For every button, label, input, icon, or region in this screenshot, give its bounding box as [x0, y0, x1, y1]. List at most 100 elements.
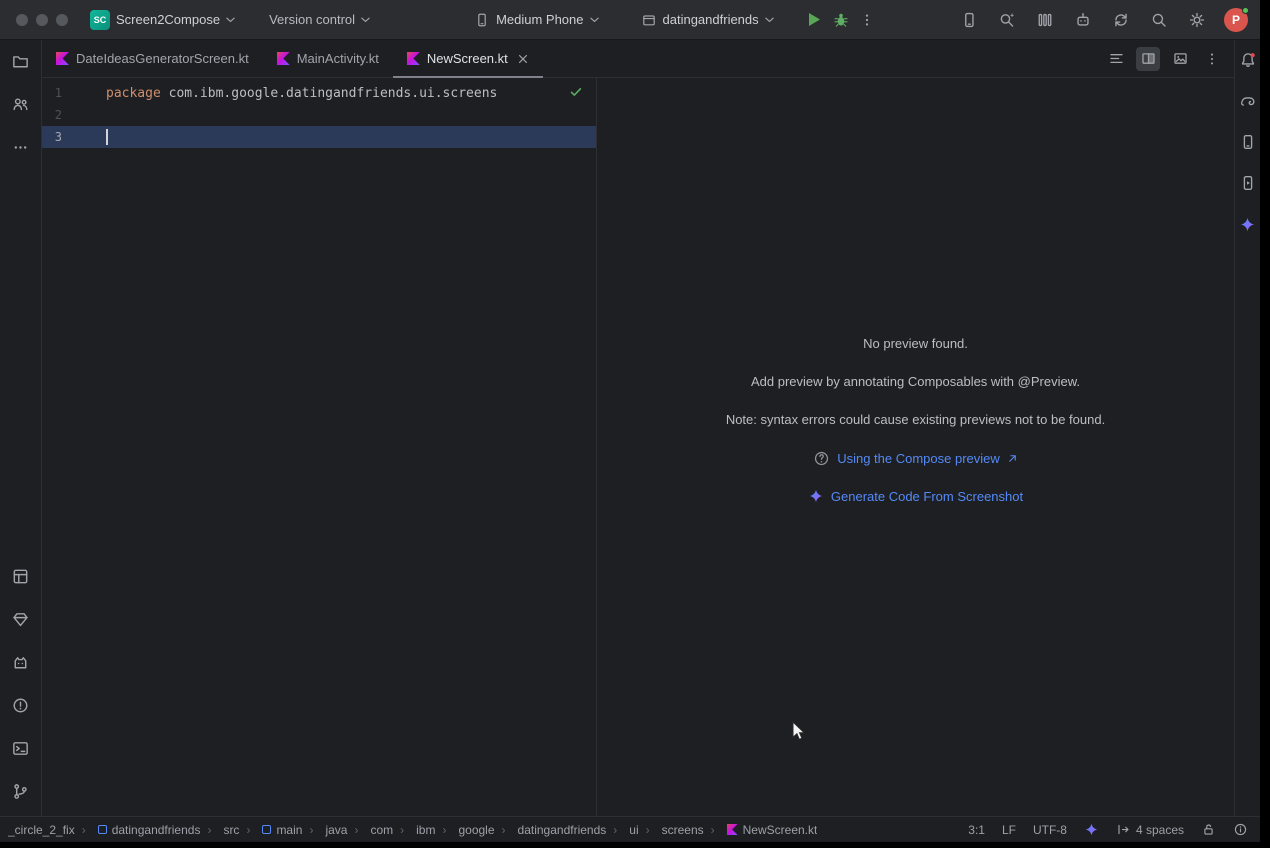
terminal-tool-button[interactable]	[10, 737, 32, 759]
more-run-options-button[interactable]	[854, 7, 880, 33]
breadcrumb-item[interactable]: main	[239, 823, 302, 837]
chevron-down-icon	[765, 17, 774, 23]
ai-search-button[interactable]	[996, 9, 1018, 31]
phone-icon	[474, 12, 490, 28]
tab-label: DateIdeasGeneratorScreen.kt	[76, 51, 249, 66]
debug-button[interactable]	[828, 7, 854, 33]
run-configuration-selector[interactable]: datingandfriends	[641, 12, 774, 28]
breadcrumb-item[interactable]: ibm	[393, 823, 435, 837]
line-separator-widget[interactable]: LF	[1002, 823, 1016, 837]
structure-tool-button[interactable]	[10, 93, 32, 115]
source-root-icon	[262, 825, 271, 834]
kotlin-file-icon	[407, 52, 420, 65]
search-sparkle-icon	[998, 11, 1016, 29]
sync-icon	[1112, 11, 1130, 29]
tab-close-icon[interactable]	[517, 53, 529, 65]
line-number[interactable]: 1	[42, 86, 62, 100]
breadcrumb-item[interactable]: screens	[639, 823, 704, 837]
project-selector[interactable]: SC Screen2Compose	[90, 10, 235, 30]
breadcrumb-item[interactable]: java	[302, 823, 347, 837]
line-number[interactable]: 2	[42, 108, 62, 122]
breadcrumb: _circle_2_fix datingandfriends src main …	[8, 823, 817, 837]
gemini-sparkle-icon	[1239, 216, 1256, 233]
window-zoom-button[interactable]	[56, 14, 68, 26]
problems-tool-button[interactable]	[10, 694, 32, 716]
breadcrumb-item[interactable]: _circle_2_fix	[8, 823, 75, 837]
writable-widget[interactable]	[1201, 822, 1216, 837]
gradle-button[interactable]	[1238, 91, 1258, 111]
window-minimize-button[interactable]	[36, 14, 48, 26]
gemini-button[interactable]	[1238, 214, 1258, 234]
code-view-button[interactable]	[1104, 47, 1128, 71]
running-devices-button[interactable]	[1238, 173, 1258, 193]
notifications-button[interactable]	[1238, 50, 1258, 70]
version-control-tool-button[interactable]	[10, 780, 32, 802]
inspections-status[interactable]	[568, 84, 584, 104]
chevron-down-icon	[361, 17, 370, 23]
code-view-icon	[1108, 50, 1125, 67]
tab-label: NewScreen.kt	[427, 51, 508, 66]
assistant-button[interactable]	[1072, 9, 1094, 31]
gradle-sync-button[interactable]	[1110, 9, 1132, 31]
help-icon[interactable]	[813, 450, 830, 467]
avatar[interactable]: P	[1224, 8, 1248, 32]
external-link-icon	[1007, 453, 1018, 464]
tab-newscreen[interactable]: NewScreen.kt	[393, 40, 543, 77]
design-tool-button[interactable]	[10, 565, 32, 587]
generate-code-row: Generate Code From Screenshot	[808, 488, 1023, 504]
compose-preview-panel[interactable]: No preview found. Add preview by annotat…	[597, 78, 1234, 816]
settings-button[interactable]	[1186, 9, 1208, 31]
bug-icon	[832, 11, 850, 29]
split-view-button[interactable]	[1136, 47, 1160, 71]
device-selector[interactable]: Medium Phone	[474, 12, 598, 28]
run-configuration-label: datingandfriends	[663, 12, 759, 27]
device-mirror-button[interactable]	[958, 9, 980, 31]
tab-mainactivity[interactable]: MainActivity.kt	[263, 40, 393, 77]
search-everywhere-button[interactable]	[1148, 9, 1170, 31]
breadcrumb-item[interactable]: datingandfriends	[75, 823, 201, 837]
info-icon	[1233, 822, 1248, 837]
editor-options-button[interactable]	[1200, 47, 1224, 71]
device-selector-label: Medium Phone	[496, 12, 583, 27]
version-control-selector[interactable]: Version control	[269, 12, 370, 27]
indent-widget[interactable]: 4 spaces	[1116, 822, 1184, 837]
columns-button[interactable]	[1034, 9, 1056, 31]
compose-preview-doc-link[interactable]: Using the Compose preview	[837, 451, 1000, 466]
code-editor[interactable]: 1 package com.ibm.google.datingandfriend…	[42, 78, 597, 816]
indent-icon	[1116, 822, 1131, 837]
breadcrumb-item[interactable]: datingandfriends	[495, 823, 607, 837]
left-toolbar	[0, 40, 42, 816]
breadcrumb-label: google	[458, 823, 494, 837]
compose-preview-help: Using the Compose preview	[813, 450, 1018, 466]
breadcrumb-item-file[interactable]: NewScreen.kt	[704, 823, 818, 837]
package-path: com.ibm.google.datingandfriends.ui.scree…	[161, 86, 498, 101]
line-number[interactable]: 3	[42, 130, 62, 144]
resource-manager-button[interactable]	[10, 608, 32, 630]
ai-status-widget[interactable]	[1084, 822, 1099, 837]
kotlin-file-icon	[56, 52, 69, 65]
device-manager-button[interactable]	[1238, 132, 1258, 152]
design-view-button[interactable]	[1168, 47, 1192, 71]
project-tool-button[interactable]	[10, 50, 32, 72]
more-tool-windows-button[interactable]	[10, 136, 32, 158]
breadcrumb-item[interactable]: com	[347, 823, 393, 837]
gem-icon	[11, 610, 30, 629]
breadcrumb-item[interactable]: google	[435, 823, 494, 837]
info-widget[interactable]	[1233, 822, 1248, 837]
encoding-widget[interactable]: UTF-8	[1033, 823, 1067, 837]
breadcrumb-label: datingandfriends	[518, 823, 607, 837]
tab-dateideasgeneratorscreen[interactable]: DateIdeasGeneratorScreen.kt	[42, 40, 263, 77]
editor-tab-bar: DateIdeasGeneratorScreen.kt MainActivity…	[42, 40, 1234, 78]
window-close-button[interactable]	[16, 14, 28, 26]
version-control-label: Version control	[269, 12, 355, 27]
caret-position-widget[interactable]: 3:1	[968, 823, 985, 837]
generate-code-link[interactable]: Generate Code From Screenshot	[831, 489, 1023, 504]
play-icon	[808, 12, 821, 27]
breadcrumb-item[interactable]: src	[200, 823, 239, 837]
logcat-tool-button[interactable]	[10, 651, 32, 673]
kotlin-file-icon	[277, 52, 290, 65]
search-icon	[1150, 11, 1168, 29]
code-line-2: 2	[42, 104, 596, 126]
breadcrumb-item[interactable]: ui	[606, 823, 638, 837]
run-button[interactable]	[802, 7, 828, 33]
